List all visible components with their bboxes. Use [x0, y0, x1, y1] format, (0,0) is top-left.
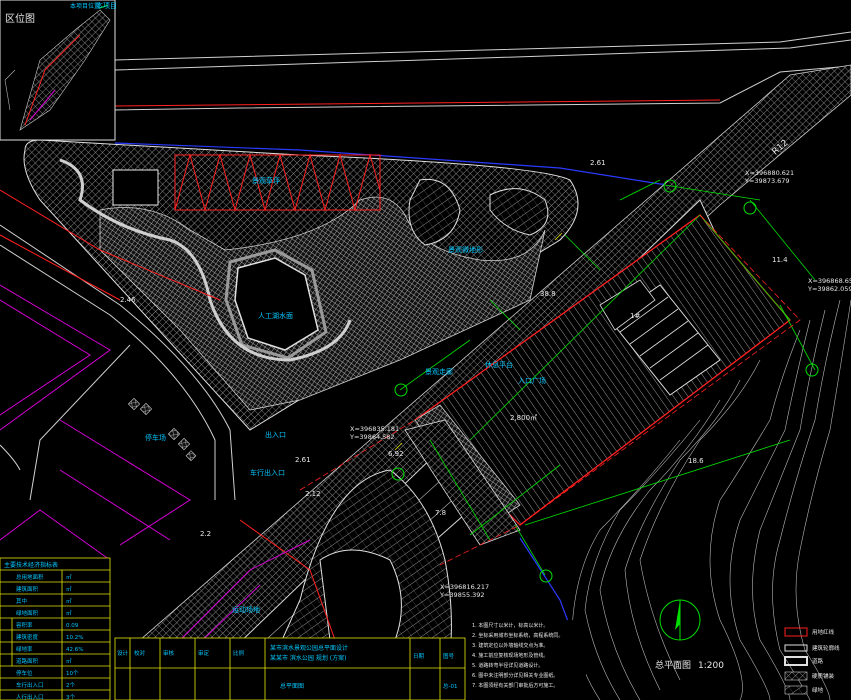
dim-6: 7.8	[435, 509, 446, 517]
econ-table-title: 主要技术经济指标表	[4, 561, 58, 569]
note-item: 3. 建筑定位以外墙轴线交点为准。	[472, 642, 548, 649]
econ-row-label: 绿地面积	[16, 609, 39, 617]
dim-3: 2.61	[295, 456, 311, 464]
dim-4: 6.92	[388, 450, 404, 458]
title-block-cell: 日期	[413, 653, 425, 660]
label-south: 运动场地	[232, 605, 260, 614]
legend-label: 绿地	[812, 686, 824, 694]
title-block-cell: 审定	[198, 649, 210, 657]
legend-label: 用地红线	[812, 628, 835, 636]
cad-drawing: 本项目 人工湖水面 景观草坪 景观微地形 出入口 车行出入口 景观走廊 休息平台…	[0, 0, 851, 700]
title-block-cell: 校对	[134, 649, 146, 657]
dim-9: 18.6	[688, 457, 704, 465]
note-item: 6. 图中未注明部分详见相关专业图纸。	[472, 672, 558, 679]
coord-2-y: Y=39862.059	[807, 285, 851, 293]
title-block-cell: 图号	[443, 652, 455, 660]
econ-row-value: 0.09	[66, 623, 79, 629]
title-block-drawing: 总平面图	[280, 682, 304, 690]
scale-value: 1:200	[698, 661, 724, 671]
dim-2: 2.46	[120, 296, 136, 304]
econ-row-label: 其中	[16, 597, 27, 605]
econ-row-value: 42.6%	[66, 647, 83, 653]
red-line-top	[114, 99, 721, 107]
label-seat: 休息平台	[485, 360, 513, 369]
coord-3-y: Y=39864.582	[349, 433, 395, 441]
dim-8: 11.4	[772, 256, 788, 264]
label-entry-left: 出入口	[265, 430, 286, 439]
label-lawn: 景观草坪	[252, 176, 280, 185]
south-inner	[319, 549, 402, 641]
coord-1-x: X=396880.621	[745, 169, 794, 177]
coord-4-x: X=396816.217	[440, 583, 489, 591]
econ-row-label: 停车位	[16, 669, 33, 677]
econ-row-label: 车行出入口	[16, 681, 44, 689]
title-block-sub: 某某市 滨水公园 规划 (方案)	[270, 654, 346, 662]
label-bldg-area: 2,800㎡	[510, 414, 537, 422]
label-bldg-id: 1#	[630, 312, 640, 320]
econ-row-label: 人行出入口	[16, 693, 44, 700]
scale-title: 总平面图	[655, 659, 691, 671]
legend-swatches	[784, 627, 808, 695]
legend-label: 道路	[812, 657, 824, 665]
label-parking: 停车场	[145, 433, 166, 442]
econ-row-value: ㎡	[66, 609, 72, 617]
inset-title: 区位图	[5, 12, 35, 25]
dim-1: 2.61	[590, 159, 606, 167]
econ-row-label: 总用地面积	[16, 573, 44, 581]
note-item: 1. 本图尺寸以米计，标高以米计。	[472, 622, 548, 629]
econ-row-label: 道路面积	[16, 657, 39, 665]
econ-row-value: 2个	[66, 682, 75, 689]
econ-row-value: ㎡	[66, 585, 72, 593]
note-item: 7. 本图须经有关部门审批后方可施工。	[472, 682, 558, 689]
title-block-cell: 设计	[117, 649, 129, 657]
north-arrow	[675, 600, 681, 640]
econ-row-label: 容积率	[16, 621, 33, 629]
note-item: 5. 道路转弯半径详见道路设计。	[472, 662, 543, 669]
label-mound: 景观微地形	[448, 245, 483, 254]
dim-7: 38.8	[540, 290, 556, 298]
title-block-cell: 审核	[163, 649, 175, 657]
coord-1-y: Y=39873.679	[744, 177, 790, 185]
legend-label: 建筑轮廓线	[812, 644, 840, 652]
coord-4-y: Y=39855.392	[439, 591, 485, 599]
econ-row-value: 10个	[66, 670, 79, 677]
label-entry-mid: 车行出入口	[250, 468, 285, 477]
econ-row-label: 建筑面积	[16, 585, 39, 593]
econ-row-label: 绿地率	[16, 645, 33, 653]
note-item: 4. 施工前应复核现场地形及管线。	[472, 652, 548, 659]
econ-row-value: 3个	[66, 694, 75, 700]
econ-row-value: 10.2%	[66, 635, 83, 641]
legend-labels: 用地红线建筑轮廓线道路硬质铺装绿地	[812, 628, 840, 694]
river-edge	[114, 31, 851, 111]
econ-row-value: ㎡	[66, 597, 72, 605]
dim-10: 2.2	[200, 530, 211, 538]
econ-row-label: 建筑密度	[16, 633, 39, 641]
label-corridor: 景观走廊	[425, 367, 453, 376]
title-block-project: 某市滨水景观公园总平面设计	[270, 644, 348, 652]
title-block-cell: 总-01	[443, 682, 457, 690]
title-block-cell: 比例	[233, 649, 245, 657]
pavilion	[112, 169, 159, 206]
label-pond: 人工湖水面	[258, 311, 293, 320]
trees	[127, 397, 197, 462]
econ-row-value: ㎡	[66, 657, 72, 665]
inset-corner-label: 本项目位置	[70, 2, 100, 10]
label-building: 入口广场	[518, 376, 546, 385]
dim-5: 2.12	[305, 490, 321, 498]
econ-row-value: ㎡	[66, 573, 72, 581]
note-item: 2. 坐标采用城市坐标系统，高程系统同。	[472, 632, 563, 639]
legend-label: 硬质铺装	[812, 672, 835, 680]
coord-2-x: X=396868.657	[808, 277, 851, 285]
coord-3-x: X=396835.181	[350, 425, 399, 433]
